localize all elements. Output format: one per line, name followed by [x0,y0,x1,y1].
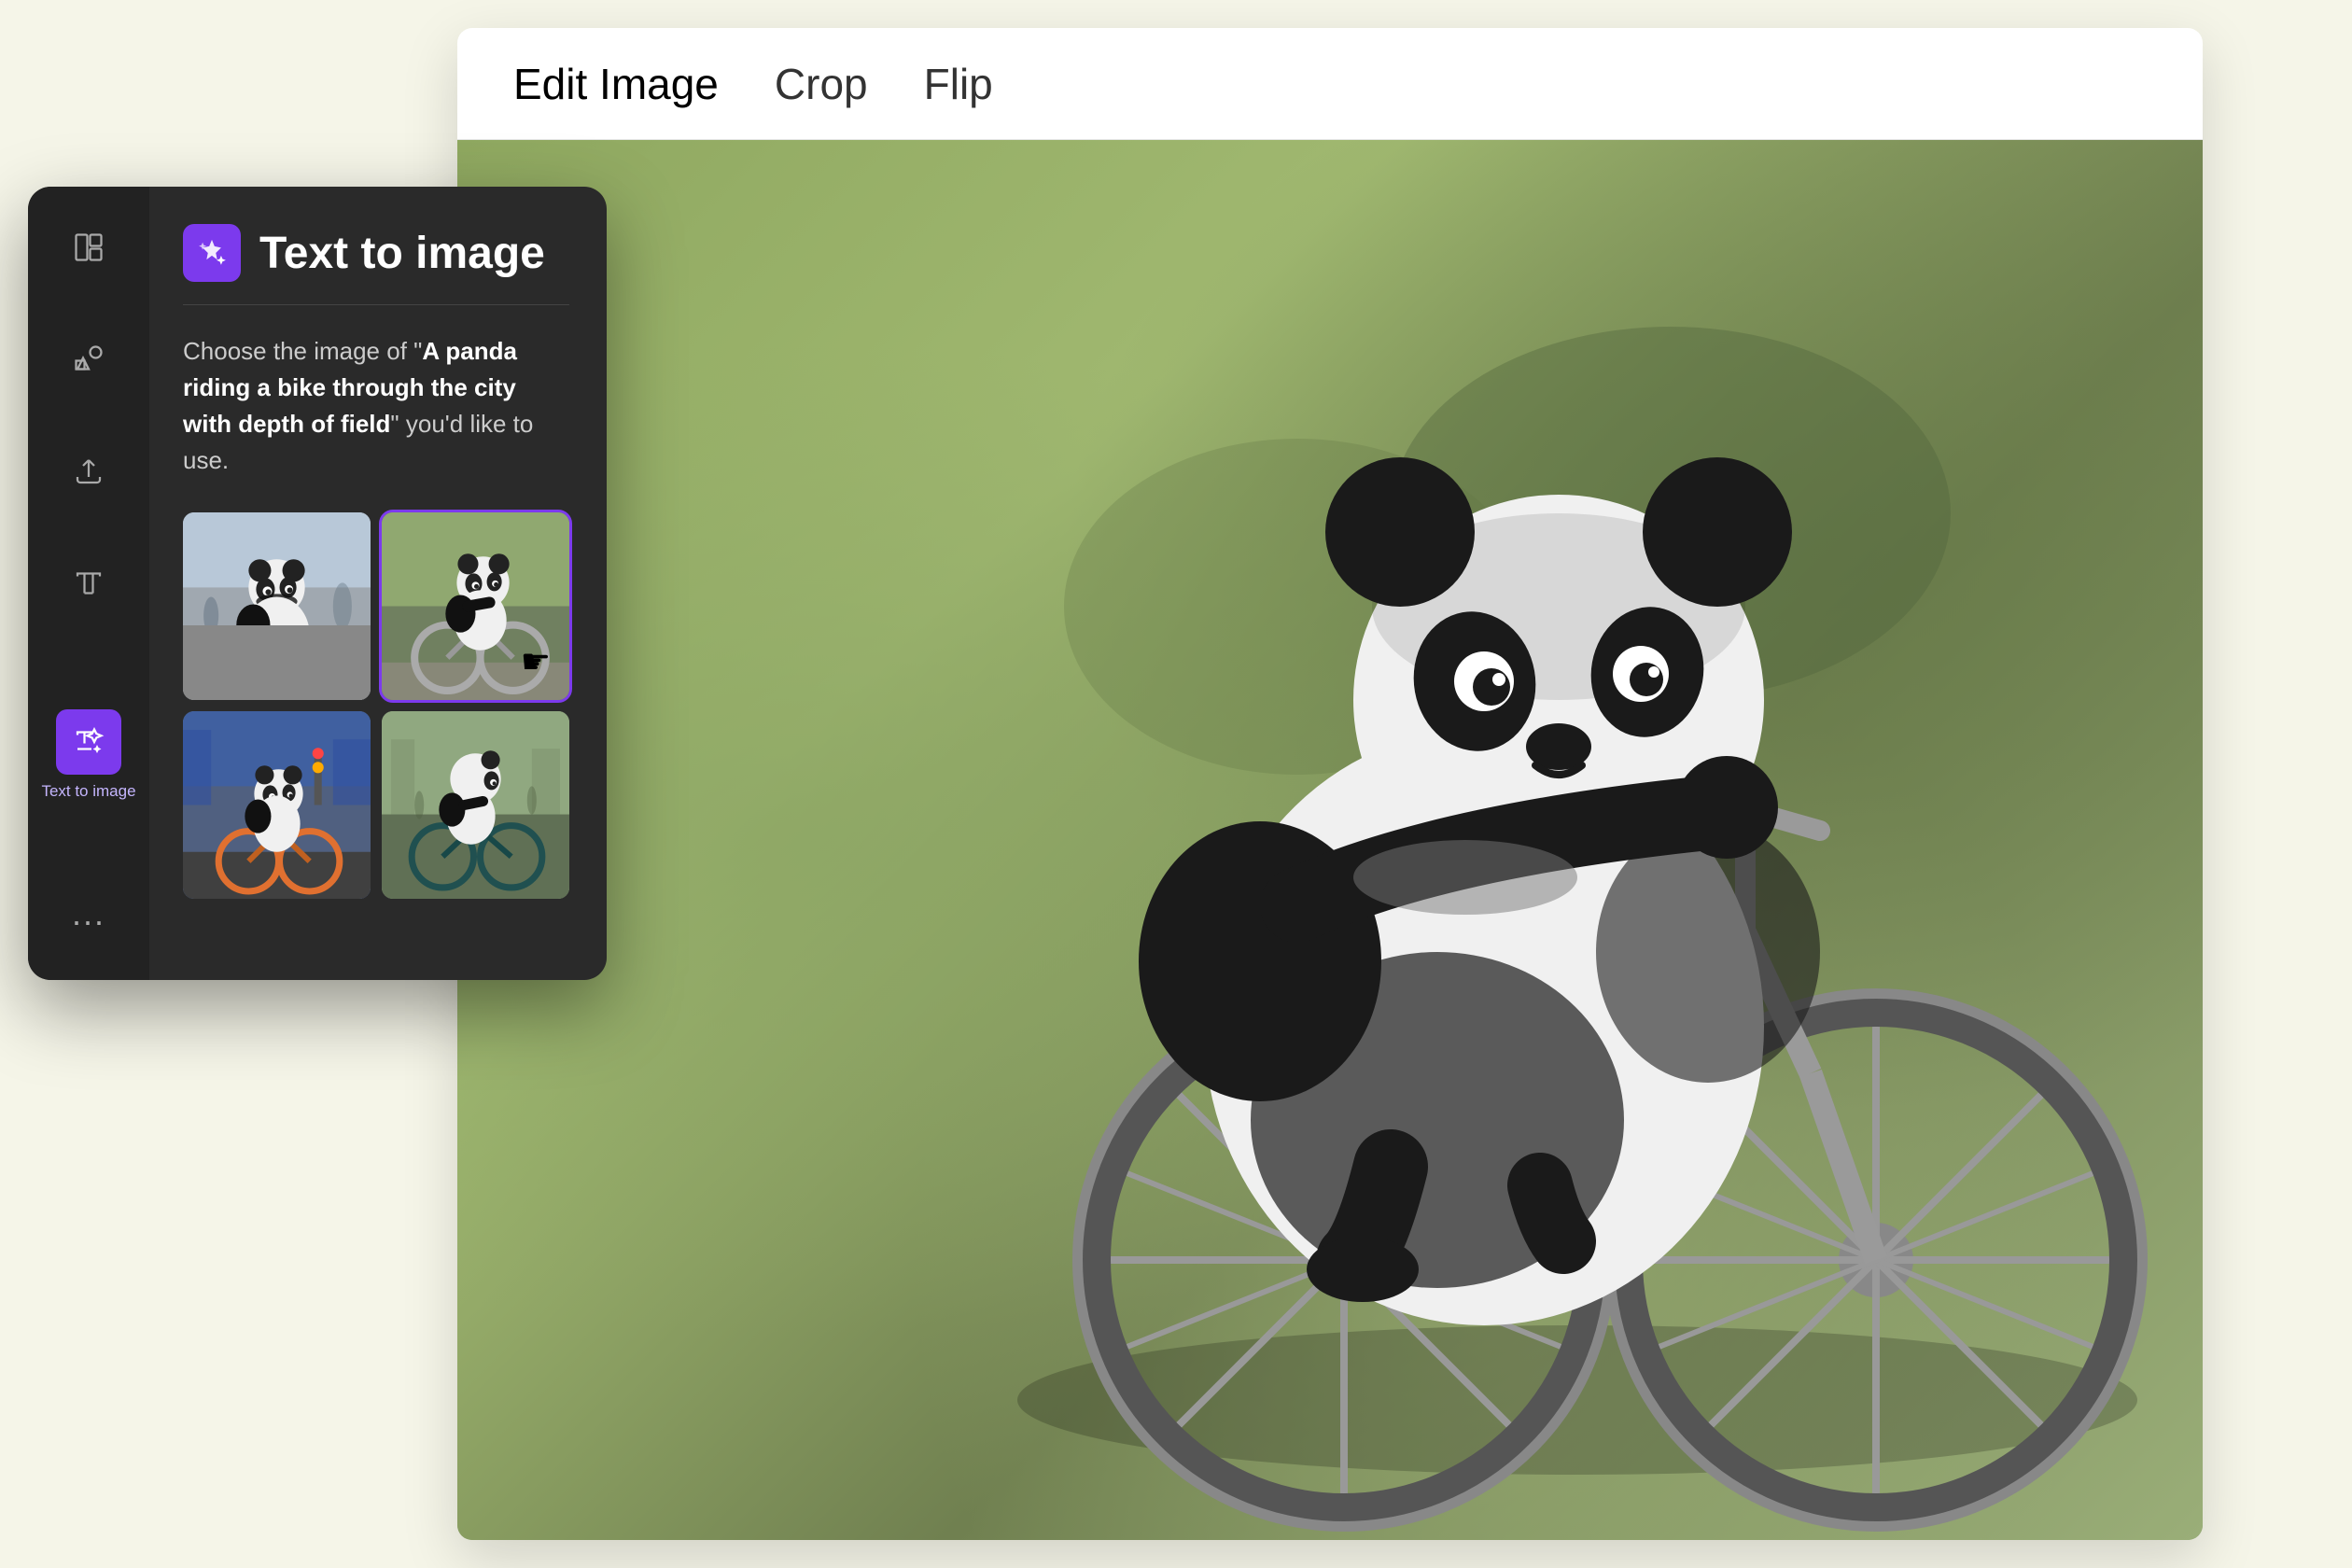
text-to-image-label: Text to image [41,782,135,801]
image-editor-panel: Edit Image Crop Flip [457,28,2203,1540]
tab-edit-image[interactable]: Edit Image [513,49,719,119]
panel-header: Text to image [183,224,569,305]
panda-thumb-1 [183,512,371,700]
editor-toolbar: Edit Image Crop Flip [457,28,2203,140]
layout-icon-btn[interactable] [56,215,121,280]
grid-item-1[interactable] [183,512,371,700]
upload-icon-btn[interactable] [56,439,121,504]
panda-bike-svg [457,140,2203,1540]
text-icon-btn[interactable] [56,551,121,616]
tab-crop[interactable]: Crop [775,49,868,119]
image-grid: ☛ [183,512,569,899]
sidebar-panel: Text to image ... Text to image Choose t… [28,187,607,980]
shapes-icon-btn[interactable] [56,327,121,392]
panel-description: Choose the image of "A panda riding a bi… [183,333,569,479]
grid-item-2[interactable]: ☛ [382,512,569,700]
tab-flip[interactable]: Flip [924,49,993,119]
grid-item-4[interactable] [382,711,569,899]
ai-icon-badge [183,224,241,282]
panda-thumb-4 [382,711,569,899]
panda-thumb-3 [183,711,371,899]
panel-content: Text to image Choose the image of "A pan… [149,187,607,980]
grid-item-3[interactable] [183,711,371,899]
editor-image-area [457,140,2203,1540]
icon-rail: Text to image ... [28,187,149,980]
text-to-image-icon-btn[interactable] [56,709,121,775]
more-options-btn[interactable]: ... [72,894,105,952]
main-panda-display [457,140,2203,1540]
panel-title: Text to image [259,228,545,279]
text-to-image-rail-item[interactable]: Text to image [41,709,135,801]
panda-thumb-2 [382,512,569,700]
